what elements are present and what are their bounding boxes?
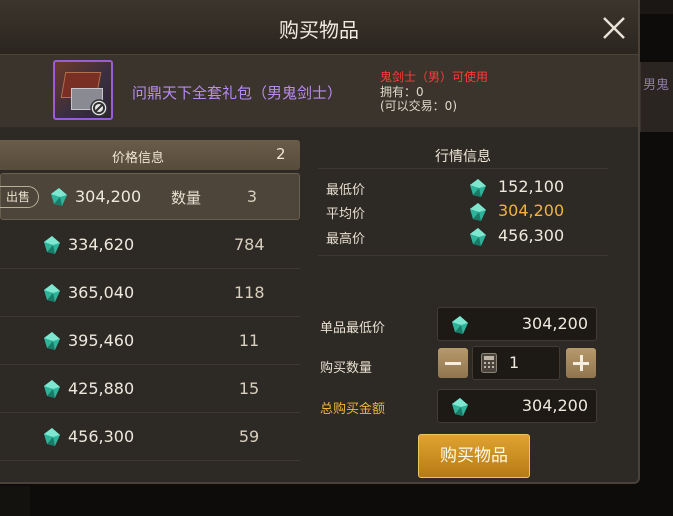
price-row-selected[interactable]: 出售 304,200 数量 3 xyxy=(0,173,300,220)
gem-currency-icon xyxy=(470,228,486,246)
buy-item-button[interactable]: 购买物品 xyxy=(418,434,530,478)
dialog-titlebar: 购买物品 xyxy=(0,0,638,55)
gem-currency-icon xyxy=(470,179,486,197)
unit-price-box: 304,200 xyxy=(437,307,597,341)
market-max-value: 456,300 xyxy=(498,226,565,245)
total-price-value: 304,200 xyxy=(521,396,588,415)
row-qty: 59 xyxy=(238,427,260,446)
gem-currency-icon xyxy=(44,236,60,254)
background-corner xyxy=(0,486,30,516)
total-price-label: 总购买金额 xyxy=(320,402,386,417)
price-list-header: 价格信息 2 xyxy=(0,140,300,170)
market-max-row: 最高价 456,300 xyxy=(326,226,606,248)
price-row[interactable]: 395,460 11 xyxy=(0,318,300,365)
market-avg-label: 平均价 xyxy=(326,207,366,222)
market-max-label: 最高价 xyxy=(326,232,366,247)
close-button[interactable] xyxy=(600,14,628,42)
minus-icon xyxy=(445,362,461,365)
unit-price-label: 单品最低价 xyxy=(320,321,386,336)
market-divider xyxy=(318,255,608,256)
gem-currency-icon xyxy=(452,316,468,334)
market-avg-value: 304,200 xyxy=(498,201,565,220)
no-trade-icon xyxy=(90,99,108,117)
increase-qty-button[interactable] xyxy=(566,348,596,378)
plus-icon-vertical xyxy=(580,355,583,371)
gem-currency-icon xyxy=(470,203,486,221)
price-list-page: 2 xyxy=(276,145,286,163)
row-price: 425,880 xyxy=(68,379,135,398)
gem-currency-icon xyxy=(44,332,60,350)
row-price: 334,620 xyxy=(68,235,135,254)
price-list-title: 价格信息 xyxy=(112,151,165,166)
price-row[interactable]: 365,040 118 xyxy=(0,270,300,317)
buy-qty-value: 1 xyxy=(509,353,520,372)
market-info-title: 行情信息 xyxy=(435,149,491,165)
gem-currency-icon xyxy=(44,284,60,302)
gem-currency-icon xyxy=(452,398,468,416)
purchase-dialog: 购买物品 问鼎天下全套礼包（男鬼剑士） 鬼剑士（男）可使用 拥有：0 (可以交易… xyxy=(0,0,640,484)
market-min-row: 最低价 152,100 xyxy=(326,177,606,199)
gift-box-item-icon[interactable] xyxy=(53,60,113,120)
sell-tag: 出售 xyxy=(0,186,39,208)
row-qty: 784 xyxy=(234,235,265,254)
decrease-qty-button[interactable] xyxy=(438,348,468,378)
row-price: 456,300 xyxy=(68,427,135,446)
price-row[interactable]: 456,300 59 xyxy=(0,414,300,461)
background-side-tab: 男鬼 xyxy=(640,62,673,132)
row-price: 395,460 xyxy=(68,331,135,350)
dialog-title: 购买物品 xyxy=(279,18,359,42)
gem-currency-icon xyxy=(51,188,67,206)
buy-qty-input[interactable]: 1 xyxy=(472,346,560,380)
market-divider xyxy=(318,168,608,169)
item-tradable-count: (可以交易：0) xyxy=(380,99,457,113)
price-row[interactable]: 334,620 784 xyxy=(0,222,300,269)
calculator-icon xyxy=(481,353,497,373)
row-price: 304,200 xyxy=(75,187,142,206)
row-qty: 118 xyxy=(234,283,265,302)
gem-currency-icon xyxy=(44,428,60,446)
close-icon xyxy=(603,17,625,39)
item-name: 问鼎天下全套礼包（男鬼剑士） xyxy=(132,84,343,102)
price-row[interactable]: 425,880 15 xyxy=(0,366,300,413)
row-price: 365,040 xyxy=(68,283,135,302)
market-min-label: 最低价 xyxy=(326,183,366,198)
market-avg-row: 平均价 304,200 xyxy=(326,201,606,223)
row-qty: 15 xyxy=(238,379,260,398)
row-qty: 11 xyxy=(238,331,260,350)
gem-currency-icon xyxy=(44,380,60,398)
price-list-panel: 价格信息 2 出售 304,200 数量 3 334,620 784 365,0… xyxy=(0,140,300,480)
item-info-bar: 问鼎天下全套礼包（男鬼剑士） 鬼剑士（男）可使用 拥有：0 (可以交易：0) xyxy=(0,55,638,127)
row-qty-label: 数量 xyxy=(171,189,202,207)
unit-price-value: 304,200 xyxy=(521,314,588,333)
buy-qty-label: 购买数量 xyxy=(320,361,373,376)
side-tab-text: 男鬼 xyxy=(643,78,670,93)
total-price-box: 304,200 xyxy=(437,389,597,423)
market-min-value: 152,100 xyxy=(498,177,565,196)
row-qty: 3 xyxy=(246,187,258,206)
